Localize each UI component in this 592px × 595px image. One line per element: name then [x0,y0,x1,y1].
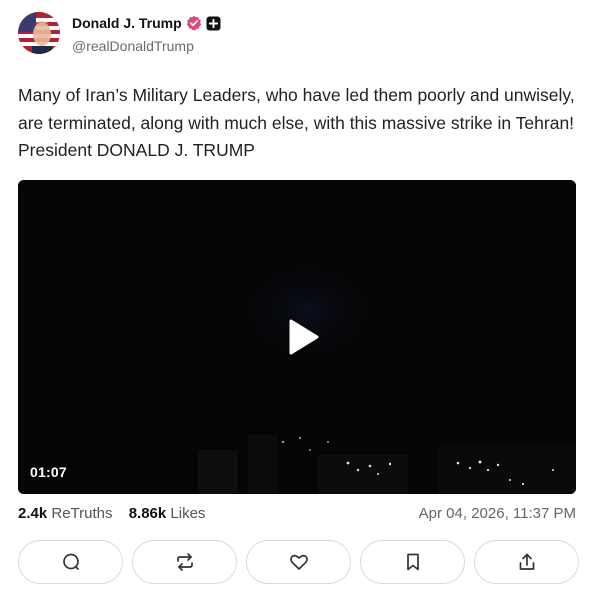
retruth-icon [176,553,193,571]
reply-button[interactable] [18,540,123,584]
name-row: Donald J. Trump [72,15,221,31]
share-button[interactable] [474,540,579,584]
post-timestamp[interactable]: Apr 04, 2026, 11:37 PM [419,505,576,522]
video-duration: 01:07 [30,464,67,480]
heart-icon [289,554,308,570]
avatar[interactable] [18,12,60,54]
reply-icon [62,553,79,570]
handle[interactable]: @realDonaldTrump [72,38,194,54]
likes-label: Likes [170,505,206,522]
like-button[interactable] [246,540,351,584]
retruth-button[interactable] [132,540,237,584]
play-icon[interactable] [283,317,323,357]
post-stats: 2.4k ReTruths 8.86k Likes Apr 04, 2026, … [18,505,576,525]
share-icon [519,553,534,570]
verified-badge-icon [186,15,201,31]
video-player[interactable]: 01:07 [18,180,576,494]
likes-stat[interactable]: 8.86k Likes [129,505,206,522]
retruths-label: ReTruths [51,505,113,522]
retruths-stat[interactable]: 2.4k ReTruths [18,505,113,522]
display-name[interactable]: Donald J. Trump [72,15,182,31]
bookmark-button[interactable] [360,540,465,584]
bookmark-icon [406,553,419,571]
plus-badge-icon [206,16,221,30]
post-header: Donald J. Trump @realDonaldTrump [18,12,574,56]
action-bar [18,540,579,584]
post-text: Many of Iran’s Military Leaders, who hav… [18,85,575,160]
retruths-count: 2.4k [18,505,48,522]
likes-count: 8.86k [128,505,167,522]
